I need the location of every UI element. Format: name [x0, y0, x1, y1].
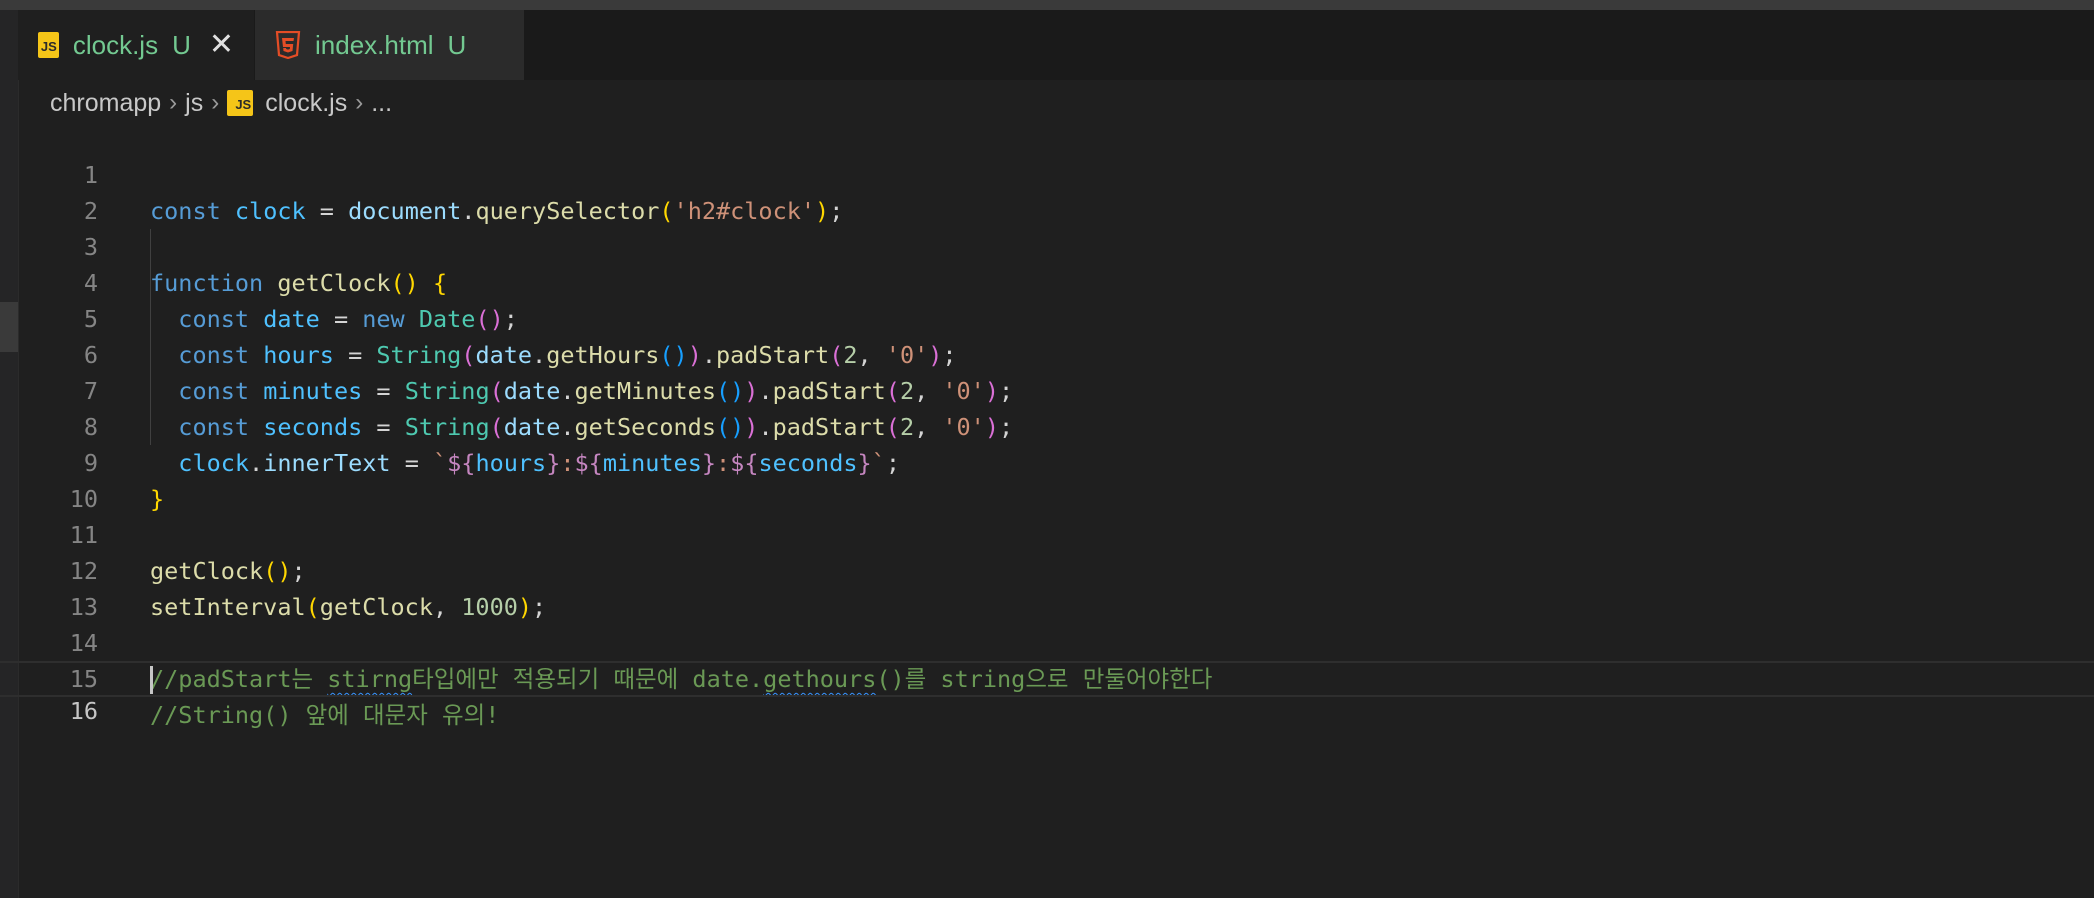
tab-label: clock.js: [72, 29, 159, 60]
js-file-icon: JS: [227, 90, 254, 116]
code-line[interactable]: 9 }: [0, 409, 2094, 513]
js-file-icon: JS: [38, 32, 59, 58]
tab-clock-js[interactable]: JS clock.js U ✕: [18, 10, 254, 80]
current-line[interactable]: 16: [0, 661, 2094, 725]
text-cursor: [150, 666, 153, 694]
chevron-right-icon: ›: [211, 89, 220, 116]
code-line[interactable]: 12 setInterval(getClock, 1000);: [0, 517, 2094, 621]
code-line[interactable]: 15 //String() 앞에 대문자 유의!: [0, 625, 2094, 729]
tab-index-html[interactable]: index.html U: [254, 10, 524, 80]
editor-tab-bar: JS clock.js U ✕ index.html U: [18, 10, 2094, 80]
close-icon[interactable]: ✕: [209, 30, 234, 60]
code-line[interactable]: 13: [0, 553, 2094, 621]
breadcrumb-folder[interactable]: chromapp: [50, 89, 161, 118]
window-top-strip: [0, 0, 2094, 10]
code-line[interactable]: 10: [0, 445, 2094, 513]
code-line[interactable]: 11 getClock();: [0, 481, 2094, 585]
code-line[interactable]: 7 const seconds = String(date.getSeconds…: [0, 337, 2094, 441]
untracked-badge: U: [172, 29, 191, 60]
line-number: 16: [69, 697, 98, 725]
chevron-right-icon: ›: [355, 89, 364, 116]
untracked-badge: U: [447, 29, 467, 60]
breadcrumb-file[interactable]: clock.js: [265, 89, 347, 118]
html5-file-icon: [275, 30, 301, 60]
code-line[interactable]: 2: [0, 157, 2094, 225]
code-line[interactable]: 5 const hours = String(date.getHours()).…: [0, 265, 2094, 369]
code-line[interactable]: 3 function getClock() {: [0, 193, 2094, 297]
chevron-right-icon: ›: [169, 89, 178, 116]
code-line[interactable]: 4 const date = new Date();: [0, 229, 2094, 333]
code-line[interactable]: 14 //padStart는 stirng타입에만 적용되기 때문에 date.…: [0, 589, 2094, 693]
code-line[interactable]: 6 const minutes = String(date.getMinutes…: [0, 301, 2094, 405]
breadcrumb-subfolder[interactable]: js: [185, 89, 203, 118]
tab-label: index.html: [315, 29, 434, 60]
code-line[interactable]: 8 clock.innerText = `${hours}:${minutes}…: [0, 373, 2094, 477]
breadcrumb-symbols[interactable]: ...: [371, 89, 392, 118]
comment-text: //String() 앞에 대문자 유의!: [150, 701, 500, 729]
code-line[interactable]: 1 const clock = document.querySelector('…: [0, 121, 2094, 225]
breadcrumb: chromapp › js › JS clock.js › ...: [50, 83, 392, 123]
